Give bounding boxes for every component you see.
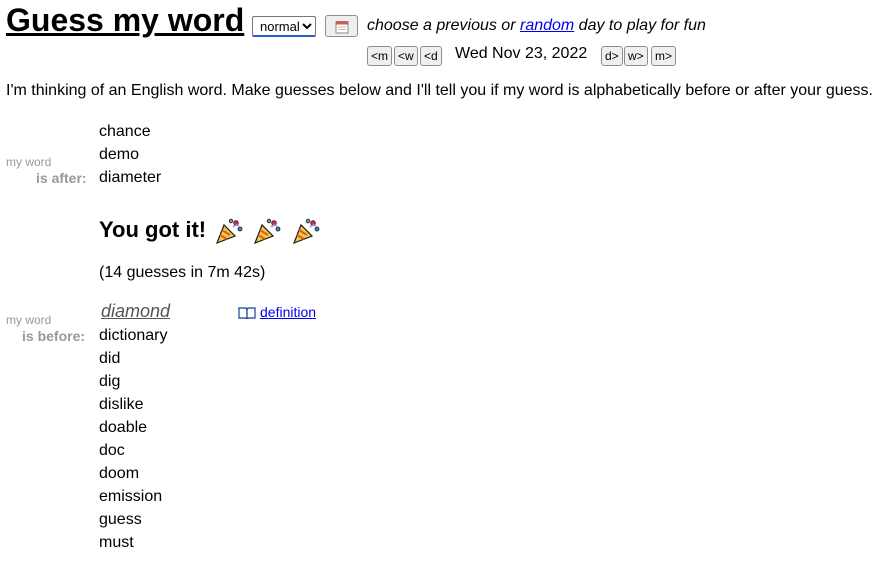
prev-week-button[interactable]: <w (394, 46, 418, 66)
win-heading-text: You got it! (99, 217, 207, 242)
before-word: must (99, 534, 134, 551)
before-word: did (99, 350, 121, 367)
party-popper-icon (292, 218, 319, 245)
before-label-bold: is before: (22, 328, 86, 344)
after-label-small: my word (6, 155, 52, 169)
difficulty-select[interactable]: normal (252, 16, 316, 37)
before-word: dictionary (99, 327, 168, 344)
definition-label[interactable]: definition (260, 304, 316, 320)
definition-link[interactable]: definition (238, 304, 316, 321)
next-week-button[interactable]: w> (624, 46, 648, 66)
choose-prefix: choose a previous or (367, 17, 520, 34)
choose-day-text: choose a previous or random day to play … (367, 16, 706, 36)
before-word: dig (99, 373, 121, 390)
before-label-small: my word (6, 313, 52, 327)
page-title[interactable]: Guess my word (6, 0, 244, 40)
before-word: dislike (99, 396, 144, 413)
party-popper-icon (254, 218, 281, 245)
before-word: emission (99, 488, 163, 505)
after-word: chance (99, 123, 151, 140)
next-month-button[interactable]: m> (651, 46, 677, 66)
calendar-icon (335, 21, 348, 34)
book-icon (238, 307, 256, 320)
answer-word[interactable]: diamond (101, 300, 170, 322)
instructions-text: I'm thinking of an English word. Make gu… (6, 82, 873, 99)
random-link[interactable]: random (520, 17, 574, 34)
current-date: Wed Nov 23, 2022 (455, 45, 588, 62)
win-heading: You got it! (99, 215, 321, 245)
calendar-button[interactable] (325, 15, 358, 37)
before-word: doom (99, 465, 140, 482)
choose-suffix: day to play for fun (574, 17, 706, 34)
after-word: diameter (99, 169, 162, 186)
guess-stats: (14 guesses in 7m 42s) (99, 264, 266, 281)
prev-day-button[interactable]: <d (420, 46, 442, 66)
before-word: doc (99, 442, 125, 459)
after-label-bold: is after: (36, 170, 87, 186)
party-popper-icon (216, 218, 243, 245)
prev-month-button[interactable]: <m (367, 46, 393, 66)
before-word: guess (99, 511, 142, 528)
before-word: doable (99, 419, 148, 436)
next-day-button[interactable]: d> (601, 46, 623, 66)
after-word: demo (99, 146, 140, 163)
